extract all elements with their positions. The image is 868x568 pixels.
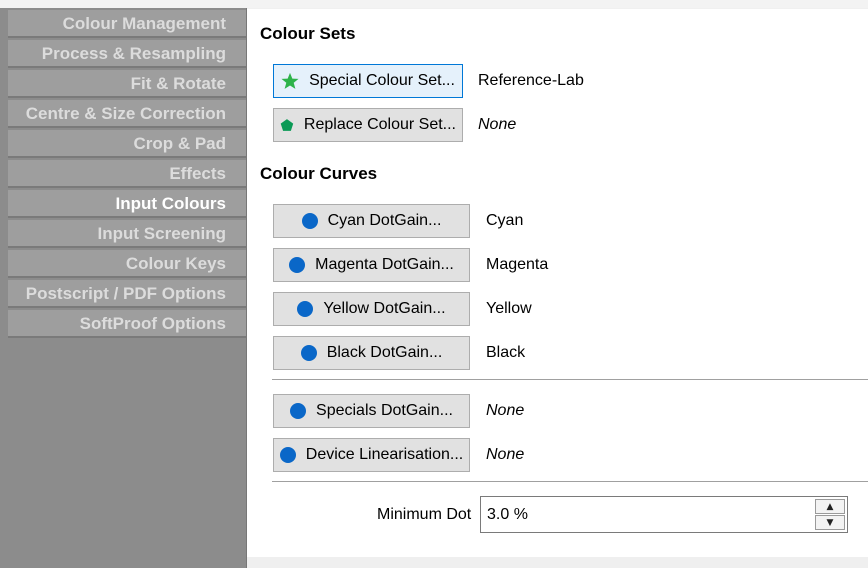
content-panel: Colour Sets Special Colour Set... Refere… <box>247 9 868 557</box>
circle-icon <box>301 213 318 229</box>
specials-dotgain-value: None <box>486 402 525 419</box>
minimum-dot-spinbox: ▲ ▼ <box>480 496 848 533</box>
colour-sets-title: Colour Sets <box>260 24 356 43</box>
spin-down-button[interactable]: ▼ <box>815 515 845 530</box>
bottom-strip <box>247 557 868 568</box>
magenta-dotgain-label: Magenta DotGain... <box>315 256 454 273</box>
circle-icon <box>289 257 306 273</box>
black-dotgain-value: Black <box>486 344 526 361</box>
black-dotgain-label: Black DotGain... <box>326 344 443 361</box>
replace-colour-set-button[interactable]: Replace Colour Set... <box>273 108 463 142</box>
chevron-up-icon: ▲ <box>826 501 834 512</box>
black-dotgain-button[interactable]: Black DotGain... <box>273 336 470 370</box>
special-colour-set-button[interactable]: Special Colour Set... <box>273 64 463 98</box>
sidebar-item-fit-rotate[interactable]: Fit & Rotate <box>8 70 246 98</box>
chevron-down-icon: ▼ <box>826 517 834 528</box>
sidebar-item-input-colours[interactable]: Input Colours <box>8 190 246 218</box>
circle-icon <box>300 345 317 361</box>
pentagon-icon <box>280 119 294 131</box>
section-divider <box>272 379 868 380</box>
sidebar-item-centre-size-correction[interactable]: Centre & Size Correction <box>8 100 246 128</box>
circle-icon <box>297 301 314 317</box>
device-linearisation-label: Device Linearisation... <box>305 446 464 463</box>
replace-colour-set-value: None <box>478 116 517 133</box>
sidebar-item-postscript-pdf-options[interactable]: Postscript / PDF Options <box>8 280 246 308</box>
special-colour-set-label: Special Colour Set... <box>309 72 455 89</box>
specials-dotgain-button[interactable]: Specials DotGain... <box>273 394 470 428</box>
magenta-dotgain-value: Magenta <box>486 256 549 273</box>
cyan-dotgain-value: Cyan <box>486 212 524 229</box>
yellow-dotgain-button[interactable]: Yellow DotGain... <box>273 292 470 326</box>
cyan-dotgain-label: Cyan DotGain... <box>327 212 442 229</box>
spin-up-button[interactable]: ▲ <box>815 499 845 514</box>
magenta-dotgain-button[interactable]: Magenta DotGain... <box>273 248 470 282</box>
star-icon <box>281 72 299 89</box>
cyan-dotgain-button[interactable]: Cyan DotGain... <box>273 204 470 238</box>
specials-dotgain-label: Specials DotGain... <box>316 402 453 419</box>
sidebar-item-input-screening[interactable]: Input Screening <box>8 220 246 248</box>
sidebar-item-colour-management[interactable]: Colour Management <box>8 10 246 38</box>
minimum-dot-label: Minimum Dot <box>377 506 472 523</box>
section-divider <box>272 481 868 482</box>
sidebar-item-softproof-options[interactable]: SoftProof Options <box>8 310 246 338</box>
replace-colour-set-label: Replace Colour Set... <box>303 116 456 133</box>
minimum-dot-input[interactable] <box>481 497 811 532</box>
sidebar-item-effects[interactable]: Effects <box>8 160 246 188</box>
circle-icon <box>290 403 307 419</box>
yellow-dotgain-value: Yellow <box>486 300 532 317</box>
colour-curves-title: Colour Curves <box>260 164 378 183</box>
device-linearisation-button[interactable]: Device Linearisation... <box>273 438 470 472</box>
yellow-dotgain-label: Yellow DotGain... <box>323 300 446 317</box>
circle-icon <box>279 447 296 463</box>
special-colour-set-value: Reference-Lab <box>478 72 584 89</box>
sidebar-item-colour-keys[interactable]: Colour Keys <box>8 250 246 278</box>
device-linearisation-value: None <box>486 446 525 463</box>
sidebar-item-process-resampling[interactable]: Process & Resampling <box>8 40 246 68</box>
sidebar-item-crop-pad[interactable]: Crop & Pad <box>8 130 246 158</box>
window-top-edge <box>0 0 868 8</box>
